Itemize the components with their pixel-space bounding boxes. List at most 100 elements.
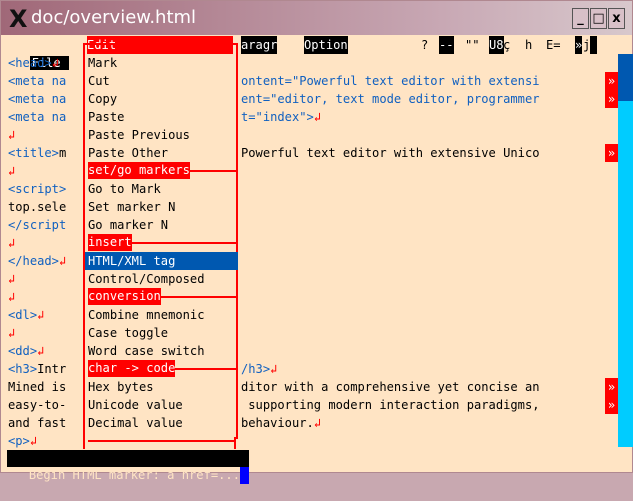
mark-indicator[interactable]: » — [575, 36, 583, 54]
text-segment: ent="editor, text mode editor, programme… — [241, 92, 540, 106]
text-segment: easy-to- — [8, 398, 67, 412]
line-continues-marker: » — [605, 144, 618, 162]
text-segment: <dl> — [8, 308, 38, 322]
line-right-text: /h3>↲ — [241, 360, 277, 378]
scrollbar-track[interactable] — [618, 101, 633, 447]
line-continues-marker: » — [605, 378, 618, 396]
menu-section-header: set/go markers — [88, 162, 190, 179]
status-text: Begin HTML marker: a href=... — [21, 468, 240, 482]
status-line: Begin HTML marker: a href=... — [7, 450, 249, 484]
menu-item[interactable]: Paste Other — [88, 144, 168, 162]
line-right-text: ditor with a comprehensive yet concise a… — [241, 378, 540, 396]
line-right-text: ontent="Powerful text editor with extens… — [241, 72, 540, 90]
x-logo-icon: X — [9, 5, 28, 33]
text-segment: and fast — [8, 416, 67, 430]
line-left-text: easy-to- — [8, 396, 66, 414]
text-segment: ↲ — [51, 56, 59, 70]
line-left-text: <h3>Intr — [8, 360, 66, 378]
line-left-text: <meta na — [8, 90, 66, 108]
encoding-indicator[interactable]: U8 — [489, 36, 504, 54]
text-segment: <dd> — [8, 344, 38, 358]
maximize-button[interactable]: □ — [590, 8, 607, 29]
menu-item[interactable]: Cut — [88, 72, 110, 90]
text-segment: </head> — [8, 254, 59, 268]
text-segment: <script> — [8, 182, 67, 196]
line-left-text: ↲ — [8, 162, 15, 180]
text-segment: ↲ — [37, 308, 45, 322]
menu-item[interactable]: Set marker N — [88, 198, 175, 216]
line-left-text: </head>↲ — [8, 252, 66, 270]
line-left-text: <meta na — [8, 108, 66, 126]
line-left-text: <script> — [8, 180, 66, 198]
menu-item[interactable]: Go marker N — [88, 216, 168, 234]
line-continues-marker: » — [605, 90, 618, 108]
menu-item[interactable]: Decimal value — [88, 414, 183, 432]
menu-item[interactable]: Hex bytes — [88, 378, 154, 396]
menu-item[interactable]: Word case switch — [88, 342, 205, 360]
line-left-text: <head>↲ — [8, 54, 59, 72]
close-button[interactable]: x — [608, 8, 625, 29]
e-indicator[interactable]: E= — [546, 36, 561, 54]
line-left-text: <dd>↲ — [8, 342, 44, 360]
text-segment: ↲ — [37, 344, 45, 358]
text-segment: <p> — [8, 434, 30, 448]
line-left-text: </script — [8, 216, 66, 234]
line-left-text: <dl>↲ — [8, 306, 44, 324]
menu-item[interactable]: Paste — [88, 108, 124, 126]
menu-item[interactable]: Case toggle — [88, 324, 168, 342]
line-left-text: <meta na — [8, 72, 66, 90]
flag-indicator[interactable]: -- — [439, 36, 454, 54]
menu-item[interactable]: Go to Mark — [88, 180, 161, 198]
menu-item[interactable]: Paste Previous — [88, 126, 190, 144]
text-segment: Powerful text editor with extensive Unic… — [241, 146, 540, 160]
line-left-text: ↲ — [8, 288, 15, 306]
text-segment: ↲ — [8, 290, 16, 304]
scrollbar-thumb[interactable] — [618, 54, 633, 101]
text-segment: ↲ — [270, 362, 278, 376]
line-left-text: Mined is — [8, 378, 66, 396]
text-segment: <head> — [8, 56, 52, 70]
h-indicator[interactable]: h — [525, 36, 532, 54]
line-right-text: ent="editor, text mode editor, programme… — [241, 90, 540, 108]
line-right-text: behaviour.↲ — [241, 414, 321, 432]
title-bar: X doc/overview.html _ □ x — [1, 1, 632, 35]
line-left-text: and fast — [8, 414, 66, 432]
menu-item[interactable]: Combine mnemonic — [88, 306, 205, 324]
text-segment: <title> — [8, 146, 59, 160]
menu-options[interactable]: Option — [304, 36, 348, 54]
line-left-text: <title>m — [8, 144, 66, 162]
window-title: doc/overview.html — [31, 7, 197, 28]
line-continues-marker: » — [605, 396, 618, 414]
menu-item[interactable]: Control/Composed — [88, 270, 205, 288]
text-segment: ↲ — [313, 110, 322, 124]
cedilla-indicator: ç — [503, 38, 511, 52]
menu-border-dash — [234, 437, 236, 449]
help-indicator[interactable]: ? — [421, 36, 428, 54]
text-segment: m — [58, 146, 67, 160]
text-segment: ditor with a comprehensive yet concise a… — [241, 380, 540, 394]
text-segment: <h3> — [8, 362, 38, 376]
line-left-text: <p>↲ — [8, 432, 37, 450]
text-segment: <meta na — [8, 74, 67, 88]
menu-bottom-line — [88, 440, 234, 442]
text-segment: </script — [8, 218, 67, 232]
line-left-text: top.sele — [8, 198, 66, 216]
text-segment: t="index"> — [241, 110, 314, 124]
menu-item[interactable]: Mark — [88, 54, 117, 72]
text-segment: ↲ — [8, 272, 16, 286]
text-segment: ↲ — [29, 434, 38, 448]
menu-item-selected[interactable]: HTML/XML tag — [85, 252, 238, 270]
line-right-text: supporting modern interaction paradigms, — [241, 396, 539, 414]
menu-paragraph[interactable]: aragr — [241, 36, 278, 54]
menu-item[interactable]: Copy — [88, 90, 117, 108]
menu-item[interactable]: Unicode value — [88, 396, 183, 414]
text-segment: top.sele — [8, 200, 67, 214]
line-left-text: ↲ — [8, 270, 15, 288]
quotes-indicator[interactable]: "" — [465, 36, 480, 54]
text-segment: behaviour. — [241, 416, 314, 430]
minimize-button[interactable]: _ — [572, 8, 589, 29]
text-segment: ↲ — [8, 128, 16, 142]
j-indicator[interactable]: j — [583, 36, 598, 54]
line-left-text: ↲ — [8, 324, 15, 342]
text-segment: <meta na — [8, 92, 67, 106]
